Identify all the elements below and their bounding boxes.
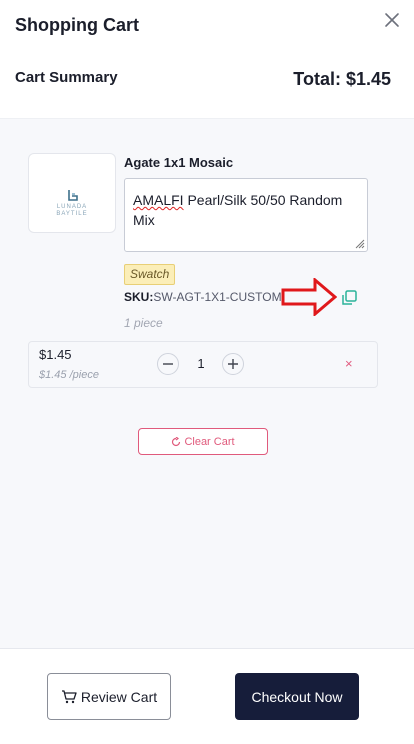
- checkout-button[interactable]: Checkout Now: [235, 673, 359, 720]
- close-icon: [385, 13, 399, 27]
- increase-quantity-button[interactable]: [222, 353, 244, 375]
- review-cart-label: Review Cart: [80, 688, 158, 705]
- arrow-right-icon: [281, 278, 337, 316]
- spellcheck-word: AMALFI: [133, 192, 184, 208]
- cart-header: Shopping Cart Cart Summary Total: $1.45: [0, 0, 414, 118]
- product-thumbnail[interactable]: LUNADA BAYTILE: [28, 153, 116, 233]
- resize-handle-icon[interactable]: [355, 239, 365, 249]
- quantity-value[interactable]: 1: [194, 356, 208, 371]
- sku-label: SKU:: [124, 290, 154, 304]
- review-cart-button[interactable]: Review Cart: [47, 673, 171, 720]
- unit-price: $1.45 /piece: [39, 369, 99, 381]
- piece-count: 1 piece: [124, 316, 163, 330]
- clear-cart-button[interactable]: Clear Cart: [138, 428, 268, 455]
- copy-sku-button[interactable]: [340, 289, 358, 307]
- minus-icon: [163, 363, 173, 365]
- line-price: $1.45: [39, 347, 72, 362]
- cart-items-area: LUNADA BAYTILE Agate 1x1 Mosaic AMALFI P…: [0, 119, 414, 648]
- brand-logo-text-bottom: BAYTILE: [56, 211, 88, 217]
- clear-cart-label: Clear Cart: [184, 435, 235, 448]
- cart-summary-label: Cart Summary: [15, 69, 118, 86]
- checkout-label: Checkout Now: [251, 688, 343, 705]
- quantity-row: $1.45 $1.45 /piece 1 ×: [28, 341, 378, 388]
- sku-value: SW-AGT-1X1-CUSTOM: [153, 290, 282, 304]
- plus-icon: [228, 359, 238, 369]
- cart-footer: Review Cart Checkout Now: [0, 648, 414, 744]
- copy-icon: [342, 290, 357, 305]
- product-name: Agate 1x1 Mosaic: [124, 155, 234, 170]
- swatch-badge: Swatch: [124, 264, 176, 285]
- brand-logo-text-top: LUNADA: [56, 204, 88, 210]
- brand-logo-icon: [68, 190, 78, 201]
- custom-note-textarea[interactable]: AMALFI Pearl/Silk 50/50 Random Mix: [124, 178, 368, 252]
- refresh-icon: [172, 436, 181, 446]
- close-button[interactable]: [382, 10, 402, 30]
- cart-total: Total: $1.45: [293, 69, 391, 89]
- remove-item-button[interactable]: ×: [345, 356, 353, 371]
- sku-text: SKU:SW-AGT-1X1-CUSTOM: [124, 290, 282, 304]
- cart-icon: [61, 689, 77, 703]
- decrease-quantity-button[interactable]: [157, 353, 179, 375]
- panel-title: Shopping Cart: [15, 15, 139, 35]
